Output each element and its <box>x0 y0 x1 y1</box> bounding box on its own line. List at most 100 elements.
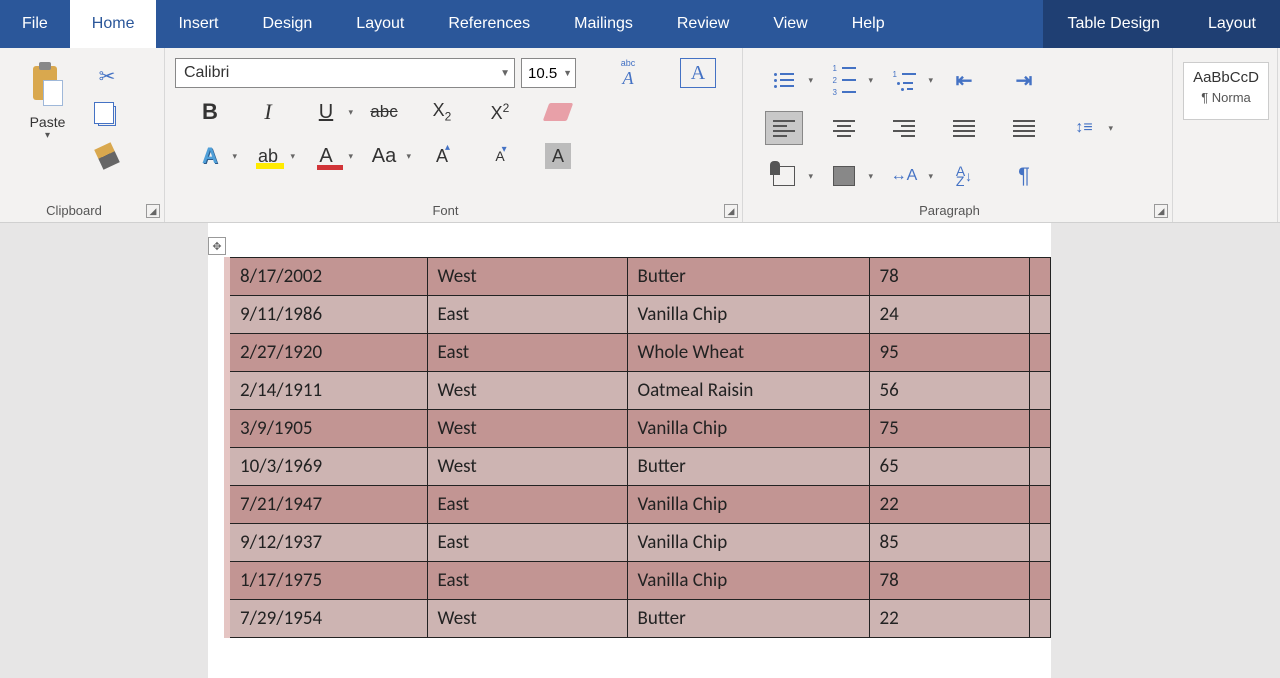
cell-region[interactable]: East <box>427 562 627 600</box>
cell-product[interactable]: Butter <box>627 258 869 296</box>
subscript-button[interactable]: X2 <box>427 97 457 127</box>
row-selection-marker[interactable] <box>1029 258 1050 296</box>
row-selection-marker[interactable] <box>1029 410 1050 448</box>
row-selection-marker[interactable] <box>1029 448 1050 486</box>
table-row[interactable]: 2/14/1911WestOatmeal Raisin56 <box>227 372 1050 410</box>
shading-button[interactable]: ▾ <box>765 159 803 193</box>
cell-region[interactable]: East <box>427 486 627 524</box>
cell-qty[interactable]: 95 <box>869 334 1029 372</box>
borders-button[interactable]: ▾ <box>825 159 863 193</box>
numbering-button[interactable]: 123▾ <box>825 63 863 97</box>
increase-indent-button[interactable]: ⇥ <box>1005 63 1043 97</box>
align-left-button[interactable] <box>765 111 803 145</box>
strikethrough-button[interactable]: abc <box>369 97 399 127</box>
paragraph-dialog-launcher[interactable]: ◢ <box>1154 204 1168 218</box>
cell-product[interactable]: Butter <box>627 600 869 638</box>
row-selection-marker[interactable] <box>1029 486 1050 524</box>
table-row[interactable]: 2/27/1920EastWhole Wheat95 <box>227 334 1050 372</box>
cell-region[interactable]: West <box>427 410 627 448</box>
clipboard-dialog-launcher[interactable]: ◢ <box>146 204 160 218</box>
table-row[interactable]: 7/21/1947EastVanilla Chip22 <box>227 486 1050 524</box>
style-normal[interactable]: AaBbCcD ¶ Norma <box>1183 62 1269 120</box>
row-selection-marker[interactable] <box>1029 372 1050 410</box>
cell-date[interactable]: 1/17/1975 <box>227 562 427 600</box>
row-selection-marker[interactable] <box>1029 524 1050 562</box>
line-spacing-button[interactable]: ↕≡▾ <box>1065 111 1103 145</box>
distributed-button[interactable] <box>1005 111 1043 145</box>
row-selection-marker[interactable] <box>1029 334 1050 372</box>
tab-mailings[interactable]: Mailings <box>552 0 655 48</box>
cell-qty[interactable]: 75 <box>869 410 1029 448</box>
tab-references[interactable]: References <box>426 0 552 48</box>
cell-region[interactable]: East <box>427 334 627 372</box>
tab-help[interactable]: Help <box>830 0 907 48</box>
table-row[interactable]: 8/17/2002WestButter78 <box>227 258 1050 296</box>
table-row[interactable]: 3/9/1905WestVanilla Chip75 <box>227 410 1050 448</box>
tab-file[interactable]: File <box>0 0 70 48</box>
cell-product[interactable]: Oatmeal Raisin <box>627 372 869 410</box>
decrease-indent-button[interactable]: ⇤ <box>945 63 983 97</box>
tab-review[interactable]: Review <box>655 0 751 48</box>
table-row[interactable]: 1/17/1975EastVanilla Chip78 <box>227 562 1050 600</box>
cell-qty[interactable]: 78 <box>869 562 1029 600</box>
tab-layout[interactable]: Layout <box>1184 0 1280 48</box>
shrink-font-button[interactable]: A▾ <box>485 141 515 171</box>
grow-font-button[interactable]: A▴ <box>427 141 457 171</box>
character-shading-button[interactable]: A <box>543 141 573 171</box>
tab-design[interactable]: Design <box>240 0 334 48</box>
eraser-button[interactable] <box>543 97 573 127</box>
tab-layout[interactable]: Layout <box>334 0 426 48</box>
font-color-button[interactable]: A▾ <box>311 141 341 171</box>
highlight-button[interactable]: ab▾ <box>253 141 283 171</box>
cell-date[interactable]: 9/11/1986 <box>227 296 427 334</box>
cell-region[interactable]: West <box>427 258 627 296</box>
cell-product[interactable]: Butter <box>627 448 869 486</box>
text-effects-button[interactable]: A▾ <box>195 141 225 171</box>
row-selection-marker[interactable] <box>1029 296 1050 334</box>
cell-qty[interactable]: 24 <box>869 296 1029 334</box>
cell-region[interactable]: West <box>427 600 627 638</box>
italic-button[interactable]: I <box>253 97 283 127</box>
cell-product[interactable]: Vanilla Chip <box>627 486 869 524</box>
table-move-handle[interactable]: ✥ <box>208 237 226 255</box>
cell-region[interactable]: West <box>427 372 627 410</box>
cell-product[interactable]: Vanilla Chip <box>627 562 869 600</box>
cell-qty[interactable]: 56 <box>869 372 1029 410</box>
cell-product[interactable]: Whole Wheat <box>627 334 869 372</box>
cell-product[interactable]: Vanilla Chip <box>627 296 869 334</box>
underline-button[interactable]: U▾ <box>311 97 341 127</box>
cell-product[interactable]: Vanilla Chip <box>627 524 869 562</box>
cell-qty[interactable]: 22 <box>869 600 1029 638</box>
data-table[interactable]: 8/17/2002WestButter789/11/1986EastVanill… <box>224 257 1051 638</box>
text-direction-button[interactable]: ↔A▾ <box>885 159 923 193</box>
character-border-button[interactable]: A <box>680 58 716 88</box>
cell-product[interactable]: Vanilla Chip <box>627 410 869 448</box>
cell-date[interactable]: 2/14/1911 <box>227 372 427 410</box>
align-center-button[interactable] <box>825 111 863 145</box>
show-hide-button[interactable]: ¶ <box>1005 159 1043 193</box>
cell-qty[interactable]: 22 <box>869 486 1029 524</box>
font-name-selector[interactable]: Calibri ▼ <box>175 58 515 88</box>
cut-button[interactable]: ✂ <box>95 64 119 88</box>
multilevel-list-button[interactable]: 1▾ <box>885 63 923 97</box>
change-case-button[interactable]: Aa▾ <box>369 141 399 171</box>
cell-region[interactable]: East <box>427 296 627 334</box>
row-selection-marker[interactable] <box>1029 562 1050 600</box>
table-row[interactable]: 7/29/1954WestButter22 <box>227 600 1050 638</box>
table-row[interactable]: 10/3/1969WestButter65 <box>227 448 1050 486</box>
copy-button[interactable] <box>95 104 119 128</box>
cell-qty[interactable]: 78 <box>869 258 1029 296</box>
paste-button[interactable]: Paste ▾ <box>10 56 85 168</box>
format-painter-button[interactable] <box>95 144 119 168</box>
sort-button[interactable]: AZ↓ <box>945 159 983 193</box>
bullets-button[interactable]: ▾ <box>765 63 803 97</box>
align-right-button[interactable] <box>885 111 923 145</box>
tab-home[interactable]: Home <box>70 0 157 48</box>
cell-qty[interactable]: 65 <box>869 448 1029 486</box>
cell-date[interactable]: 10/3/1969 <box>227 448 427 486</box>
tab-insert[interactable]: Insert <box>156 0 240 48</box>
font-dialog-launcher[interactable]: ◢ <box>724 204 738 218</box>
cell-date[interactable]: 2/27/1920 <box>227 334 427 372</box>
bold-button[interactable]: B <box>195 97 225 127</box>
tab-table-design[interactable]: Table Design <box>1043 0 1184 48</box>
